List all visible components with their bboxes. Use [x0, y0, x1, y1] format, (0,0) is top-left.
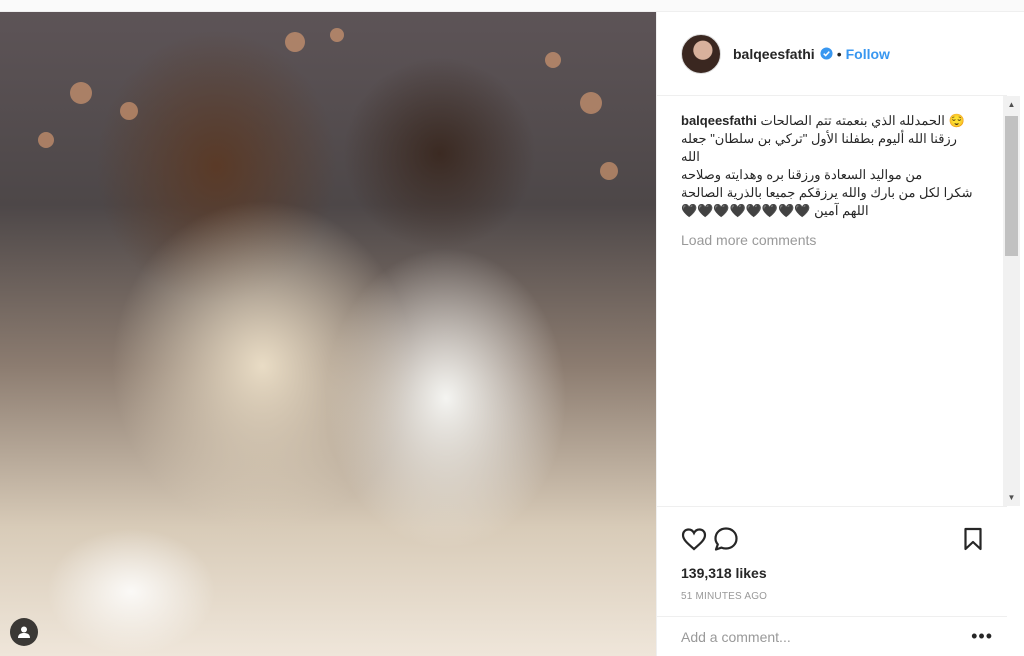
- action-icons-row: [681, 519, 983, 559]
- post-timestamp[interactable]: 51 MINUTES AGO: [681, 591, 983, 602]
- verified-badge-icon: [820, 47, 833, 60]
- follow-button[interactable]: Follow: [846, 46, 890, 62]
- comment-button[interactable]: [713, 523, 745, 555]
- bokeh-light: [580, 92, 602, 114]
- bokeh-light: [70, 82, 92, 104]
- caption-line: رزقنا الله أليوم بطفلنا الأول "تركي بن س…: [681, 131, 957, 164]
- bokeh-light: [120, 102, 138, 120]
- save-button[interactable]: [951, 523, 983, 555]
- separator-dot: •: [836, 45, 842, 62]
- top-border: [0, 0, 1024, 12]
- like-button[interactable]: [681, 523, 713, 555]
- bokeh-light: [600, 162, 618, 180]
- bokeh-light: [545, 52, 561, 68]
- bookmark-icon: [964, 527, 982, 551]
- post-sidebar: balqeesfathi • Follow balqeesfathi الحمد…: [656, 12, 1024, 656]
- avatar[interactable]: [681, 33, 721, 74]
- comment-bubble-icon: [714, 527, 738, 551]
- comment-input[interactable]: [681, 628, 972, 645]
- more-options-icon[interactable]: •••: [971, 626, 993, 647]
- likes-count[interactable]: 139,318 likes: [681, 565, 983, 581]
- post-header: balqeesfathi • Follow: [657, 12, 1007, 96]
- comments-section: balqeesfathi الحمدلله الذي بنعمته تتم ال…: [657, 96, 1003, 506]
- bokeh-light: [38, 132, 54, 148]
- bokeh-light: [330, 28, 344, 42]
- post-actions: 139,318 likes 51 MINUTES AGO: [657, 506, 1007, 626]
- caption-line: شكرا لكل من بارك والله يرزقكم جميعا بالذ…: [681, 185, 973, 200]
- user-tag-icon[interactable]: [10, 618, 38, 646]
- load-more-comments-button[interactable]: Load more comments: [681, 232, 979, 248]
- comments-scrollbar[interactable]: ▲ ▼: [1003, 96, 1020, 506]
- caption-username[interactable]: balqeesfathi: [681, 113, 757, 128]
- caption-line: balqeesfathi الحمدلله الذي بنعمته تتم ال…: [681, 112, 979, 130]
- username-link[interactable]: balqeesfathi: [733, 46, 815, 62]
- heart-icon: [681, 528, 707, 551]
- post-photo[interactable]: [0, 12, 656, 656]
- bokeh-light: [285, 32, 305, 52]
- caption-line: اللهم آمين 🖤🖤🖤🖤🖤🖤🖤🖤: [681, 203, 869, 218]
- caption-text: الحمدلله الذي بنعمته تتم الصالحات 😌: [760, 113, 965, 128]
- scroll-thumb[interactable]: [1005, 116, 1018, 256]
- caption-line: من مواليد السعادة ورزقنا بره وهدايته وصل…: [681, 167, 923, 182]
- scroll-up-arrow-icon[interactable]: ▲: [1003, 96, 1020, 113]
- scroll-down-arrow-icon[interactable]: ▼: [1003, 489, 1020, 506]
- add-comment-bar: •••: [657, 616, 1007, 656]
- caption: balqeesfathi الحمدلله الذي بنعمته تتم ال…: [681, 112, 979, 220]
